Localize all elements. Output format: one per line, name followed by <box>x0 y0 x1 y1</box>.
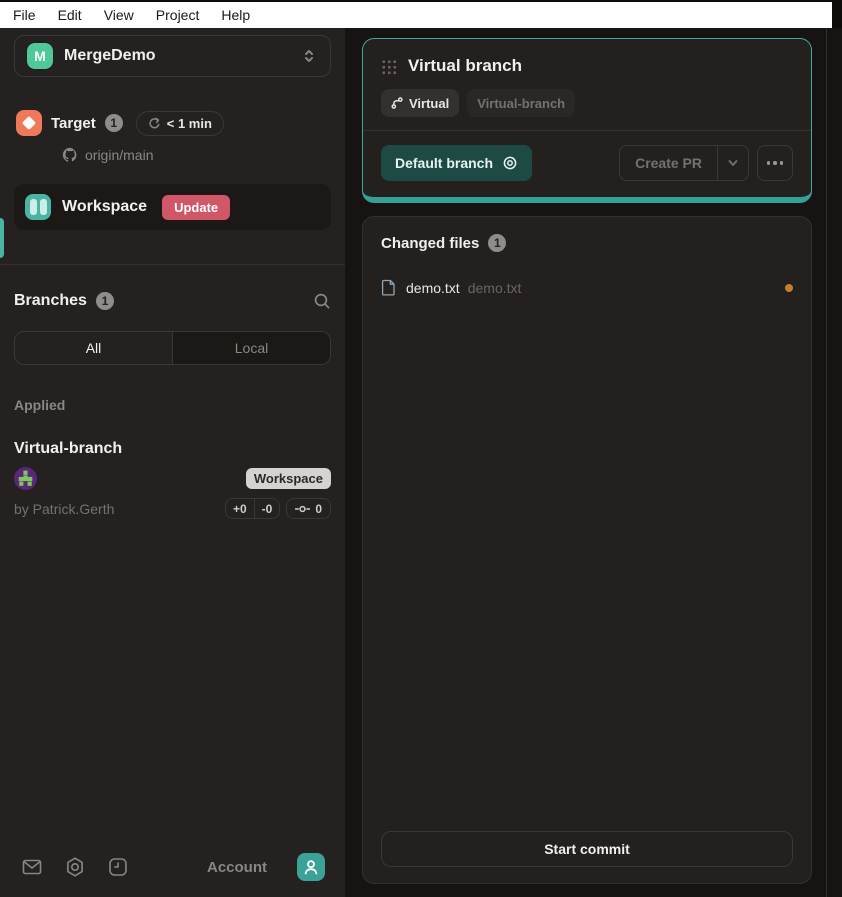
lines-changed-badge: +0 -0 <box>225 498 280 519</box>
menu-file[interactable]: File <box>2 2 47 28</box>
target-refresh-button[interactable]: < 1 min <box>136 111 224 136</box>
titlebar: File Edit View Project Help <box>0 0 842 28</box>
virtual-tag-label: Virtual <box>409 96 449 111</box>
github-icon <box>62 147 78 163</box>
branch-name: Virtual-branch <box>14 440 331 458</box>
create-pr-split-button: Create PR <box>619 145 749 181</box>
commit-count: 0 <box>315 502 322 516</box>
changed-files-card: Changed files 1 demo.txt demo.txt Start … <box>362 216 812 884</box>
default-branch-label: Default branch <box>395 155 493 171</box>
workspace-label: Workspace <box>62 198 147 216</box>
target-icon <box>16 110 42 136</box>
changed-files-count-badge: 1 <box>488 234 506 252</box>
menu-bar: File Edit View Project Help <box>0 2 832 28</box>
changed-files-title: Changed files <box>381 235 479 252</box>
diamond-icon <box>22 116 36 130</box>
main-panel: Virtual branch Virtual Virtual-branch <box>345 28 842 897</box>
sidebar-divider <box>0 264 345 265</box>
chevron-down-icon <box>726 156 740 170</box>
branch-filter-tabs: All Local <box>14 331 331 365</box>
target-label: Target <box>51 115 96 132</box>
virtual-branch-card: Virtual branch Virtual Virtual-branch <box>362 38 812 203</box>
history-button[interactable] <box>106 855 130 879</box>
target-bullseye-icon <box>502 155 518 171</box>
mail-icon <box>20 855 44 879</box>
file-name: demo.txt <box>406 280 460 296</box>
branches-header: Branches 1 <box>14 292 331 310</box>
menu-help[interactable]: Help <box>210 2 261 28</box>
remote-branch-name: origin/main <box>85 147 153 163</box>
sidebar: M MergeDemo Target 1 < 1 <box>0 28 345 897</box>
file-path: demo.txt <box>468 280 522 296</box>
feedback-button[interactable] <box>20 855 44 879</box>
menu-project[interactable]: Project <box>145 2 211 28</box>
branches-title: Branches <box>14 292 87 310</box>
virtual-tag: Virtual <box>381 89 459 117</box>
start-commit-button[interactable]: Start commit <box>381 831 793 867</box>
menu-view[interactable]: View <box>93 2 145 28</box>
file-icon <box>381 279 396 296</box>
branch-icon <box>391 97 403 109</box>
lines-removed: -0 <box>254 499 280 518</box>
project-unfold-icon <box>300 47 318 65</box>
sidebar-footer: Account <box>0 837 345 897</box>
tab-all[interactable]: All <box>15 332 172 364</box>
search-icon <box>313 292 331 310</box>
branch-name-tag-label: Virtual-branch <box>477 96 565 111</box>
active-nav-indicator <box>0 218 4 258</box>
workspace-nav-item[interactable]: Workspace Update <box>14 184 331 230</box>
applied-section-label: Applied <box>14 397 331 413</box>
commit-count-badge: 0 <box>286 498 331 519</box>
branch-list-item[interactable]: Virtual-branch Workspa <box>14 440 331 519</box>
gear-icon <box>63 855 87 879</box>
create-pr-button[interactable]: Create PR <box>620 146 717 180</box>
user-icon <box>297 853 325 881</box>
target-section: Target 1 < 1 min <box>14 110 331 136</box>
target-freshness: < 1 min <box>167 116 212 131</box>
branch-search-button[interactable] <box>313 292 331 310</box>
clock-icon <box>106 855 130 879</box>
commit-icon <box>295 504 310 514</box>
author-identicon <box>14 467 37 490</box>
account-button[interactable] <box>297 853 325 881</box>
drag-handle-icon[interactable] <box>381 59 396 74</box>
project-avatar: M <box>27 43 53 69</box>
lines-added: +0 <box>226 499 254 518</box>
target-count-badge: 1 <box>105 114 123 132</box>
create-pr-dropdown-button[interactable] <box>717 146 748 180</box>
menu-edit[interactable]: Edit <box>47 2 93 28</box>
branch-author: by Patrick.Gerth <box>14 501 114 517</box>
tab-local[interactable]: Local <box>172 332 330 364</box>
default-branch-button[interactable]: Default branch <box>381 145 532 181</box>
branches-count-badge: 1 <box>96 292 114 310</box>
branch-name-tag: Virtual-branch <box>467 89 575 117</box>
window-edge-line <box>826 28 827 897</box>
modified-status-dot <box>785 284 793 292</box>
more-options-button[interactable] <box>757 145 793 181</box>
workspace-icon <box>25 194 51 220</box>
file-row[interactable]: demo.txt demo.txt <box>363 273 811 302</box>
refresh-icon <box>148 117 161 130</box>
remote-branch-row: origin/main <box>14 147 331 163</box>
settings-button[interactable] <box>63 855 87 879</box>
update-button[interactable]: Update <box>162 195 230 220</box>
account-label: Account <box>207 859 267 876</box>
project-name: MergeDemo <box>64 47 289 65</box>
branch-workspace-badge: Workspace <box>246 468 331 489</box>
virtual-branch-title: Virtual branch <box>408 56 522 76</box>
project-selector[interactable]: M MergeDemo <box>14 35 331 77</box>
app-window: M MergeDemo Target 1 < 1 <box>0 28 842 897</box>
